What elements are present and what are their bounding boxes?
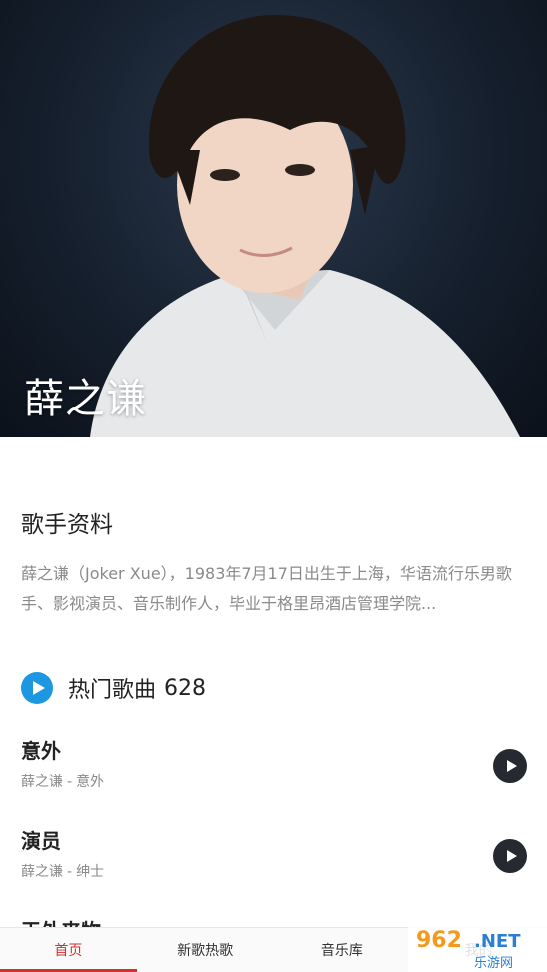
song-artist: 薛之谦 [21,774,63,790]
svg-text:962: 962 [416,928,462,953]
artist-bio[interactable]: 薛之谦（Joker Xue），1983年7月17日出生于上海，华语流行乐男歌手、… [21,559,531,619]
svg-text:乐游网: 乐游网 [474,956,513,971]
artist-name: 薛之谦 [24,376,147,422]
profile-title: 歌手资料 [21,512,113,538]
song-subtitle: 薛之谦 - 意外 [21,771,104,791]
song-subtitle: 薛之谦 - 绅士 [21,861,104,881]
song-separator: - [67,864,73,880]
hot-songs-title: 热门歌曲 [68,678,157,703]
nav-home[interactable]: 首页 [0,928,137,972]
song-separator: - [67,774,73,790]
hot-songs-count: 628 [164,675,207,701]
play-icon[interactable] [493,749,527,783]
play-icon[interactable] [493,839,527,873]
svg-text:.NET: .NET [474,931,521,952]
nav-music-library[interactable]: 音乐库 [274,928,411,972]
song-album: 绅士 [76,864,105,880]
watermark-logo-icon: 962 .NET 乐游网 [408,923,547,972]
song-title: 意外 [21,739,61,763]
song-row[interactable]: 意外 薛之谦 - 意外 [0,735,547,815]
hot-songs-header: 热门歌曲 628 [21,671,206,705]
nav-new-hot-songs[interactable]: 新歌热歌 [137,928,274,972]
song-title: 演员 [21,829,61,853]
play-all-icon[interactable] [21,672,53,704]
watermark-logo: 962 .NET 乐游网 [408,923,547,972]
artist-hero: 薛之谦 [0,0,547,437]
song-artist: 薛之谦 [21,864,63,880]
song-album: 意外 [76,774,105,790]
song-row[interactable]: 演员 薛之谦 - 绅士 [0,825,547,905]
